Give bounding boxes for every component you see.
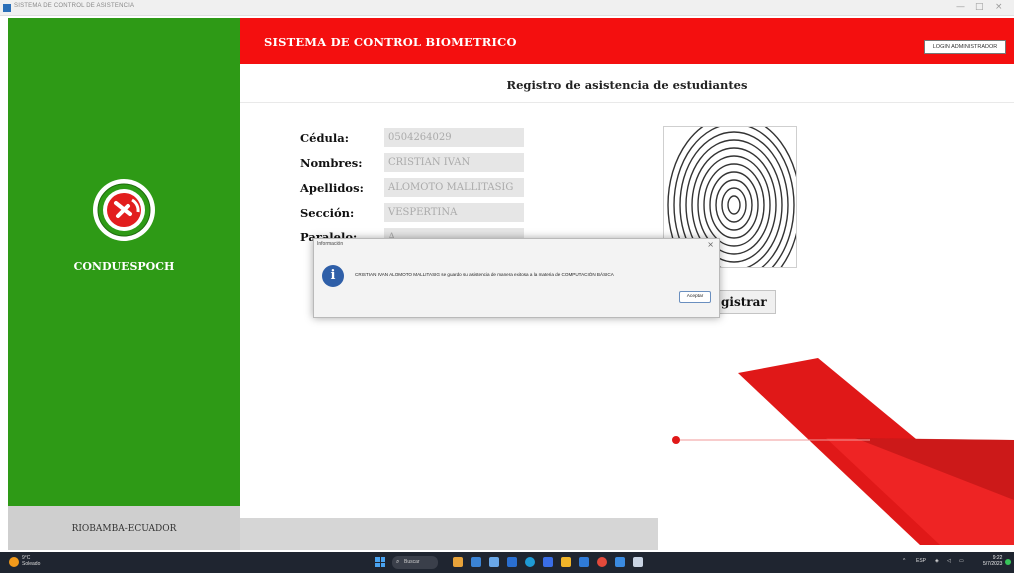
language-indicator[interactable]: ESP xyxy=(916,558,926,564)
taskbar-widgets-icon[interactable] xyxy=(453,557,463,567)
seccion-field[interactable]: VESPERTINA xyxy=(384,203,524,222)
taskbar-chrome-icon[interactable] xyxy=(597,557,607,567)
taskbar-explorer-icon[interactable] xyxy=(561,557,571,567)
notification-icon[interactable] xyxy=(1005,559,1011,565)
taskbar-app-icon[interactable] xyxy=(633,557,643,567)
cedula-field[interactable]: 0504264029 xyxy=(384,128,524,147)
header-bar: SISTEMA DE CONTROL BIOMETRICO LOGIN ADMI… xyxy=(240,18,1014,64)
taskbar-chat-icon[interactable] xyxy=(489,557,499,567)
wifi-icon[interactable]: ◈ xyxy=(935,558,939,564)
taskbar-search[interactable]: ⌕ Buscar xyxy=(392,556,438,569)
sidebar: CONDUESPOCH xyxy=(8,18,240,506)
taskbar-mail-icon[interactable] xyxy=(579,557,589,567)
battery-icon[interactable]: ▭ xyxy=(959,558,964,564)
windows-start-icon[interactable] xyxy=(375,557,385,567)
minimize-button[interactable]: — xyxy=(956,2,965,12)
nombres-label: Nombres: xyxy=(300,156,363,170)
weather-desc: Soleado xyxy=(22,561,41,567)
tray-chevron-icon[interactable]: ^ xyxy=(903,558,905,564)
sidebar-footer: RIOBAMBA-ECUADOR xyxy=(8,506,240,550)
weather-widget[interactable]: 9°C Soleado xyxy=(22,555,40,567)
dialog-close-button[interactable]: × xyxy=(707,240,714,249)
taskbar-browser-icon[interactable] xyxy=(525,557,535,567)
window-title-bar: SISTEMA DE CONTROL DE ASISTENCIA — □ × xyxy=(0,0,1014,16)
taskbar-store-icon[interactable] xyxy=(543,557,553,567)
taskbar-clock[interactable]: 9:22 5/7/2023 xyxy=(983,555,1002,567)
taskbar-taskview-icon[interactable] xyxy=(471,557,481,567)
volume-icon[interactable]: ◁ xyxy=(947,558,951,564)
maximize-button[interactable]: □ xyxy=(975,2,984,12)
brand-name: CONDUESPOCH xyxy=(73,260,175,273)
taskbar-edge-icon[interactable] xyxy=(507,557,517,567)
divider xyxy=(240,102,1014,103)
page-title: Registro de asistencia de estudiantes xyxy=(506,78,748,92)
header-title: SISTEMA DE CONTROL BIOMETRICO xyxy=(264,35,517,49)
accept-button[interactable]: Aceptar xyxy=(679,291,711,303)
taskbar-java-icon[interactable] xyxy=(615,557,625,567)
seccion-label: Sección: xyxy=(300,206,355,220)
search-icon: ⌕ xyxy=(396,559,400,565)
apellidos-label: Apellidos: xyxy=(300,181,364,195)
location-label: RIOBAMBA-ECUADOR xyxy=(71,524,177,534)
close-window-button[interactable]: × xyxy=(995,2,1003,12)
login-admin-button[interactable]: LOGIN ADMINISTRADOR xyxy=(924,40,1006,54)
window-title: SISTEMA DE CONTROL DE ASISTENCIA xyxy=(14,3,135,9)
clock-date: 5/7/2023 xyxy=(983,561,1003,567)
taskbar: 9°C Soleado ⌕ Buscar ^ ESP ◈ ◁ ▭ 9:22 5/… xyxy=(0,552,1014,573)
bottom-strip xyxy=(240,518,658,550)
apellidos-field[interactable]: ALOMOTO MALLITASIG xyxy=(384,178,524,197)
info-icon: i xyxy=(322,265,344,287)
search-placeholder: Buscar xyxy=(404,559,420,565)
nombres-field[interactable]: CRISTIAN IVAN xyxy=(384,153,524,172)
info-dialog: Información × i CRISTIAN IVAN ALOMOTO MA… xyxy=(313,238,720,318)
conduespoch-logo xyxy=(93,179,155,241)
cedula-label: Cédula: xyxy=(300,131,349,145)
dialog-title: Información xyxy=(317,241,344,247)
weather-icon[interactable] xyxy=(9,557,19,567)
dialog-message: CRISTIAN IVAN ALOMOTO MALLITASIG se guar… xyxy=(355,272,614,277)
app-icon xyxy=(3,4,11,12)
